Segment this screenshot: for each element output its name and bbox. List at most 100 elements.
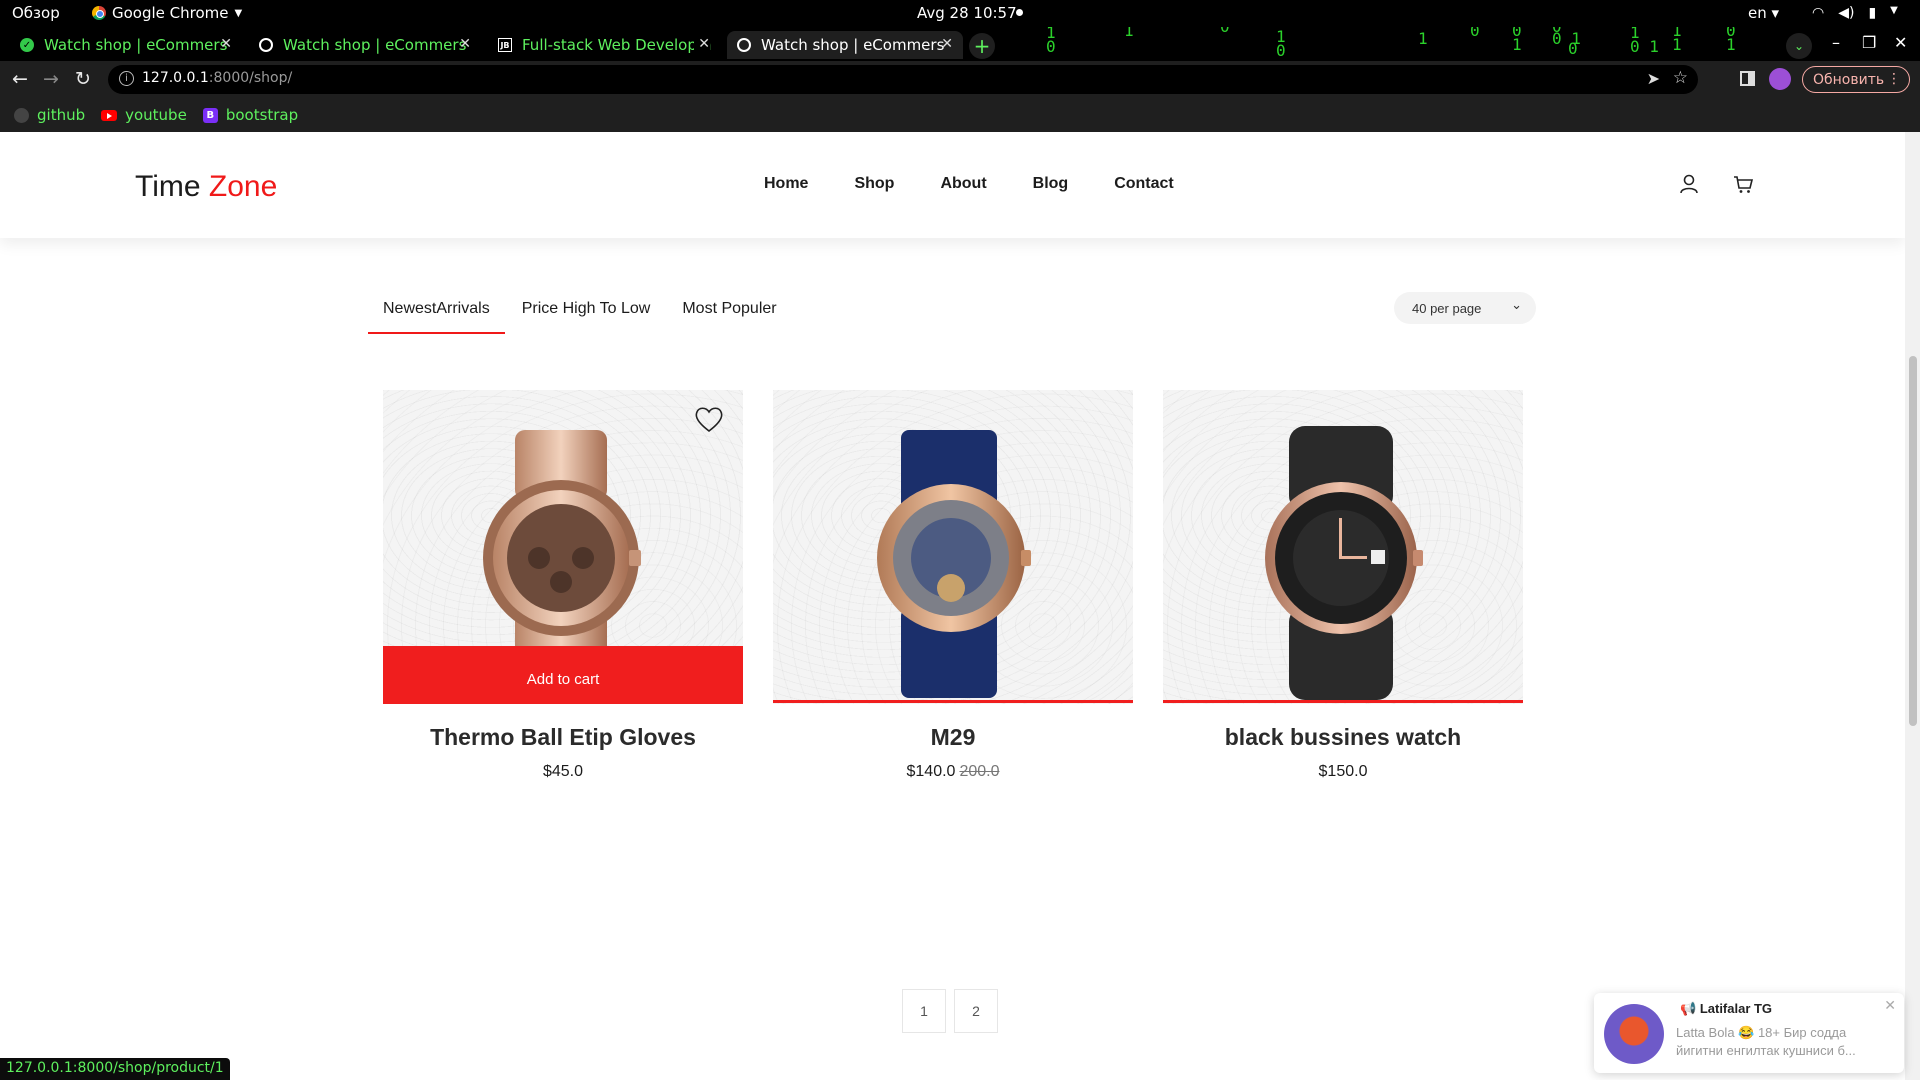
minimize-icon[interactable]: – <box>1832 33 1840 52</box>
bookmark-bootstrap[interactable]: B bootstrap <box>202 106 299 124</box>
product-name[interactable]: black bussines watch <box>1163 724 1523 751</box>
price-current: $140.0 <box>906 763 956 780</box>
tab-2[interactable]: Watch shop | eCommers ✕ <box>249 31 481 59</box>
close-window-icon[interactable]: ✕ <box>1894 33 1907 52</box>
globe-icon <box>259 38 273 52</box>
address-bar[interactable]: i 127.0.0.1:8000/shop/ ➤ ☆ <box>108 65 1698 94</box>
close-icon[interactable]: ✕ <box>220 36 232 52</box>
notification-avatar <box>1604 1004 1664 1064</box>
page-2-button[interactable]: 2 <box>954 989 998 1033</box>
pagination: 1 2 <box>902 989 998 1033</box>
matrix-theme-decoration: 10 1 0 10 1 0 01 00 10 10 1 11 01 <box>1046 27 1736 60</box>
close-icon[interactable]: ✕ <box>459 36 471 52</box>
scrollbar-thumb[interactable] <box>1909 356 1917 726</box>
product-price: $150.0 <box>1163 763 1523 781</box>
globe-icon <box>737 38 751 52</box>
battery-icon: ▮ <box>1868 5 1877 21</box>
language-indicator[interactable]: en ▾ <box>1748 4 1779 22</box>
page-1-button[interactable]: 1 <box>902 989 946 1033</box>
product-image[interactable] <box>1163 390 1523 704</box>
black-strap-diver-watch-image <box>1265 426 1423 700</box>
tab-3[interactable]: JB Full-stack Web Developm ✕ <box>488 31 720 59</box>
tab-most-popular[interactable]: Most Populer <box>667 300 791 334</box>
side-panel-icon[interactable] <box>1740 71 1755 86</box>
more-vert-icon: ⋮ <box>1887 71 1901 87</box>
bookmark-label: bootstrap <box>225 106 299 124</box>
bootstrap-icon: B <box>202 107 218 123</box>
bookmark-github[interactable]: github <box>14 106 85 124</box>
os-top-bar: Обзор Google Chrome ▼ Avg 28 10:57 en ▾ … <box>0 0 1920 27</box>
send-to-device-icon[interactable]: ➤ <box>1647 69 1660 88</box>
notification-title: 📢 Latifalar TG <box>1680 1001 1772 1017</box>
bookmarks-bar: github youtube B bootstrap <box>0 98 1920 132</box>
tab-title: Watch shop | eCommers <box>761 36 945 54</box>
link-status-bar: 127.0.0.1:8000/shop/product/1 <box>0 1058 230 1080</box>
bookmark-star-icon[interactable]: ☆ <box>1673 68 1688 88</box>
tab-price-high-to-low[interactable]: Price High To Low <box>507 300 666 334</box>
nav-home[interactable]: Home <box>764 175 808 193</box>
clock[interactable]: Avg 28 10:57 <box>917 4 1017 22</box>
check-icon: ✓ <box>20 38 34 52</box>
nav-blog[interactable]: Blog <box>1033 175 1069 193</box>
heart-icon[interactable] <box>693 404 725 434</box>
restore-icon[interactable]: ❐ <box>1862 33 1876 52</box>
card-underline <box>773 700 1133 703</box>
product-price: $140.0 200.0 <box>773 763 1133 781</box>
app-menu[interactable]: Google Chrome ▼ <box>92 4 242 22</box>
new-tab-button[interactable]: + <box>969 33 995 59</box>
per-page-select[interactable]: 40 per page ⌄ <box>1394 292 1536 324</box>
profile-avatar[interactable] <box>1769 68 1791 90</box>
bookmark-youtube[interactable]: youtube <box>101 106 187 124</box>
add-to-cart-button[interactable]: Add to cart <box>383 646 743 704</box>
site-logo[interactable]: Time Zone <box>135 170 277 204</box>
megaphone-icon: 📢 <box>1680 1001 1697 1016</box>
close-icon[interactable]: ✕ <box>1884 997 1896 1014</box>
nav-shop[interactable]: Shop <box>854 175 894 193</box>
url-text[interactable]: 127.0.0.1:8000/shop/ <box>142 70 292 86</box>
price-old: 200.0 <box>959 763 1000 780</box>
system-tray[interactable]: ◠ ◀) ▮ ▼ <box>1812 5 1898 21</box>
browser-toolbar: ← → ↻ i 127.0.0.1:8000/shop/ ➤ ☆ Обновит… <box>0 61 1920 98</box>
notification-body: Latta Bola 😂 18+ Бир содда йигитни енгил… <box>1676 1025 1856 1058</box>
product-card[interactable]: black bussines watch $150.0 <box>1163 390 1523 781</box>
url-path: :8000/shop/ <box>208 70 293 86</box>
close-icon[interactable]: ✕ <box>941 36 953 52</box>
volume-icon: ◀) <box>1838 5 1855 21</box>
product-image[interactable] <box>773 390 1133 704</box>
back-icon[interactable]: ← <box>12 68 28 90</box>
bookmark-label: youtube <box>125 106 187 124</box>
tab-search-button[interactable]: ⌄ <box>1786 33 1812 59</box>
forward-icon[interactable]: → <box>43 68 59 90</box>
language-label: en <box>1748 4 1767 22</box>
caret-down-icon: ▼ <box>1890 5 1898 16</box>
skeleton-blue-strap-watch-image <box>877 430 1031 698</box>
cart-icon[interactable] <box>1732 173 1754 195</box>
main-nav: Home Shop About Blog Contact <box>764 175 1174 193</box>
product-image[interactable]: Add to cart <box>383 390 743 704</box>
reload-icon[interactable]: ↻ <box>75 68 91 90</box>
wifi-icon: ◠ <box>1812 5 1825 21</box>
nav-contact[interactable]: Contact <box>1114 175 1174 193</box>
card-underline <box>1163 700 1523 703</box>
per-page-value: 40 per page <box>1412 300 1482 316</box>
close-icon[interactable]: ✕ <box>694 36 710 52</box>
tab-title: Full-stack Web Developm <box>522 36 712 54</box>
product-card[interactable]: Add to cart Thermo Ball Etip Gloves $45.… <box>383 390 743 781</box>
info-icon[interactable]: i <box>119 71 134 86</box>
notification-toast[interactable]: 📢 Latifalar TG Latta Bola 😂 18+ Бир содд… <box>1594 993 1904 1073</box>
product-name[interactable]: Thermo Ball Etip Gloves <box>383 724 743 751</box>
nav-about[interactable]: About <box>940 175 986 193</box>
page-scrollbar[interactable] <box>1905 132 1920 1080</box>
web-page: Time Zone Home Shop About Blog Contact N… <box>0 132 1905 1080</box>
product-name[interactable]: M29 <box>773 724 1133 751</box>
logo-part1: Time <box>135 170 201 203</box>
product-card[interactable]: M29 $140.0 200.0 <box>773 390 1133 781</box>
user-icon[interactable] <box>1678 173 1700 195</box>
url-host: 127.0.0.1 <box>142 70 209 86</box>
tab-1[interactable]: ✓ Watch shop | eCommers ✕ <box>10 31 242 59</box>
tab-newest-arrivals[interactable]: NewestArrivals <box>368 300 505 334</box>
notification-dot <box>1016 9 1023 16</box>
update-button[interactable]: Обновить ⋮ <box>1802 66 1910 93</box>
activities-button[interactable]: Обзор <box>12 4 60 22</box>
tab-4-active[interactable]: Watch shop | eCommers ✕ <box>727 31 963 59</box>
